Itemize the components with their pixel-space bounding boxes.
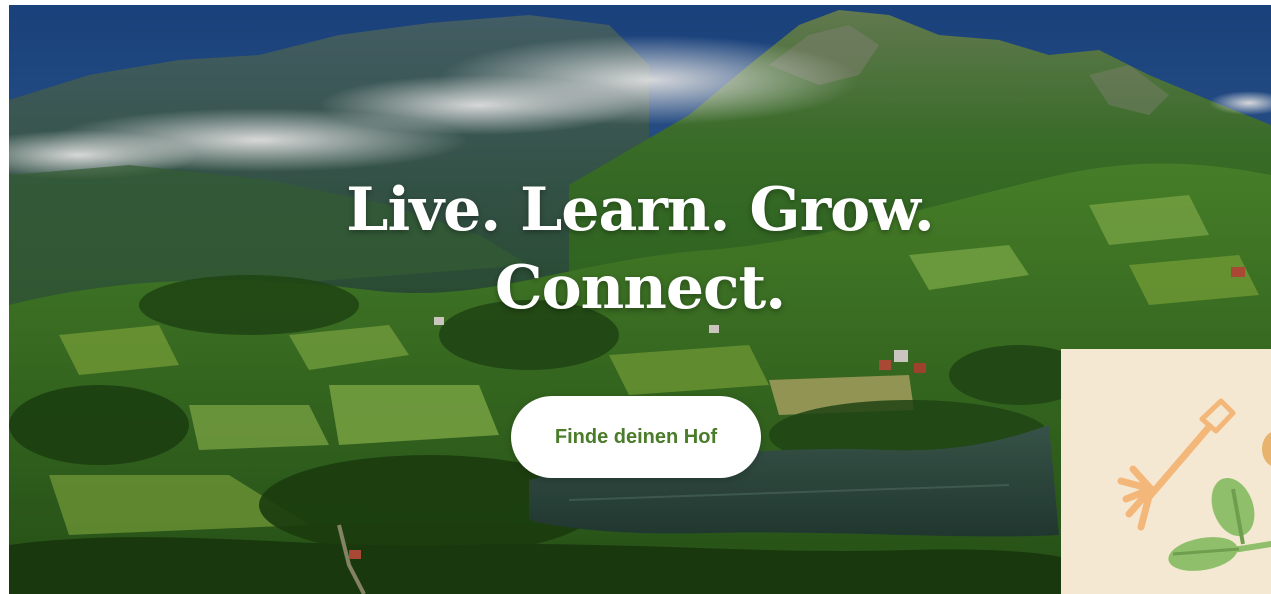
hero-headline-line2: Connect.: [494, 253, 786, 323]
find-farm-button[interactable]: Finde deinen Hof: [511, 396, 761, 478]
leaf-sprout-icon: [1168, 477, 1271, 571]
decorative-shape: [1262, 432, 1271, 466]
promo-illustration: [1117, 398, 1271, 571]
hero-headline-line1: Live. Learn. Grow.: [346, 175, 934, 245]
hero-headline: Live. Learn. Grow. Connect.: [9, 171, 1271, 327]
promo-card[interactable]: [1061, 349, 1271, 594]
